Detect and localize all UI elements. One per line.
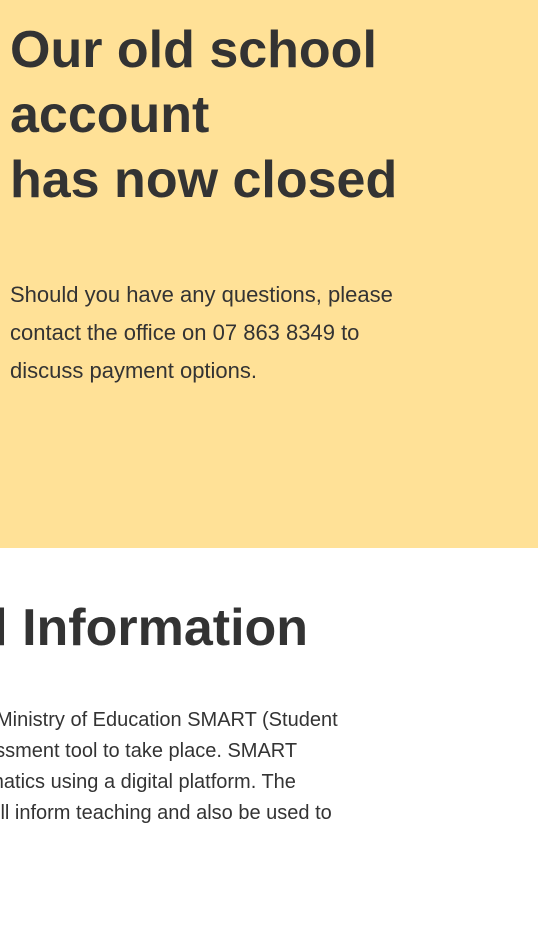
section-heading-text: t Tool Information (0, 599, 309, 657)
notice-body-line: discuss payment options. (10, 358, 258, 383)
notice-heading-line: has now closed (10, 151, 398, 209)
section-body-line: w Ministry of Education SMART (Student (0, 709, 338, 731)
notice-body-line: contact the office on 07 863 8349 to (10, 320, 360, 345)
notice-body-text: Should you have any questions, please co… (10, 276, 530, 390)
notice-body-line: Should you have any questions, please (10, 282, 393, 307)
notice-heading: Our old school account has now closed (10, 18, 530, 213)
account-closed-notice: Our old school account has now closed Sh… (0, 0, 538, 548)
section-body-text: w Ministry of Education SMART (Student s… (0, 705, 538, 829)
section-body-line: sessment tool to take place. SMART (0, 740, 298, 762)
section-heading: t Tool Information (0, 596, 538, 660)
notice-heading-line: Our old school (10, 21, 377, 79)
section-body-line: ill inform teaching and also be used to (0, 802, 332, 824)
section-body-line: hematics using a digital platform. The (0, 771, 296, 793)
notice-heading-line: account (10, 86, 210, 144)
